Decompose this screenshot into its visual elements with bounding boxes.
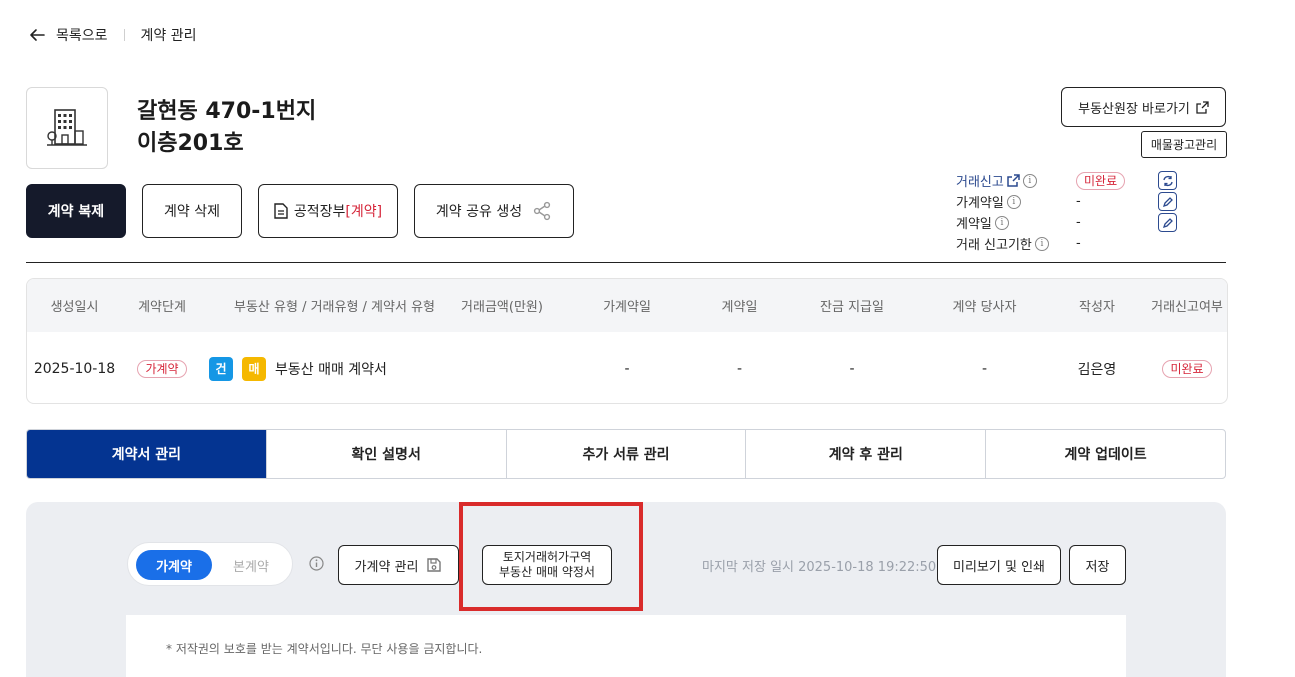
duplicate-contract-button[interactable]: 계약 복제: [26, 184, 126, 238]
building-thumbnail: [26, 87, 108, 169]
report-status-badge: 미완료: [1076, 171, 1126, 190]
arrow-left-icon: [30, 29, 45, 41]
col-party: 계약 당사자: [952, 300, 1017, 315]
contract-tabs: 계약서 관리 확인 설명서 추가 서류 관리 계약 후 관리 계약 업데이트: [26, 429, 1226, 479]
col-stage: 계약단계: [138, 300, 186, 315]
report-badge: 미완료: [1162, 359, 1212, 378]
col-created: 생성일시: [50, 300, 99, 315]
edit-provisional-date-button[interactable]: [1158, 192, 1177, 211]
ledger-link-label: 부동산원장 바로가기: [1078, 101, 1190, 117]
breadcrumb-current: 계약 관리: [140, 28, 197, 44]
pencil-icon: [1162, 196, 1173, 207]
report-row: 거래신고 i 미완료: [956, 170, 1177, 191]
external-link-icon: [1196, 100, 1209, 114]
provisional-date-row: 가계약일 i -: [956, 191, 1177, 212]
col-report: 거래신고여부: [1151, 300, 1223, 315]
delete-contract-button[interactable]: 계약 삭제: [142, 184, 242, 238]
provisional-date-label: 가계약일: [956, 196, 1004, 211]
col-author: 작성자: [1079, 300, 1115, 315]
back-label: 목록으로: [56, 28, 108, 44]
tab-post-contract[interactable]: 계약 후 관리: [746, 430, 987, 478]
col-provisional: 가계약일: [603, 300, 651, 315]
save-icon: [427, 558, 442, 572]
cell-type: 건 매 부동산 매매 계약서: [209, 332, 469, 403]
building-icon: [47, 109, 87, 146]
tab-additional-documents[interactable]: 추가 서류 관리: [507, 430, 747, 478]
preview-print-button[interactable]: 미리보기 및 인쇄: [937, 545, 1061, 585]
provisional-manage-label: 가계약 관리: [354, 559, 419, 575]
stage-badge: 가계약: [137, 359, 187, 378]
info-icon[interactable]: [309, 556, 324, 571]
ledger-link-button[interactable]: 부동산원장 바로가기: [1061, 87, 1226, 127]
info-icon: i: [1006, 194, 1021, 209]
tab-confirmation-statement[interactable]: 확인 설명서: [267, 430, 507, 478]
toggle-provisional[interactable]: 가계약: [136, 550, 212, 580]
public-ledger-label: 공적장부: [293, 204, 346, 220]
document-icon: [274, 203, 288, 219]
col-amount: 거래금액(만원): [461, 300, 543, 315]
copyright-notice: * 저작권의 보호를 받는 계약서입니다. 무단 사용을 금지합니다.: [166, 642, 483, 656]
pencil-icon: [1162, 217, 1173, 228]
info-icon: i: [994, 215, 1009, 230]
listing-ad-button[interactable]: 매물광고관리: [1141, 131, 1227, 158]
building-tag: 건: [209, 356, 233, 381]
cell-created: 2025-10-18: [33, 360, 116, 377]
col-contract: 계약일: [721, 300, 758, 315]
contract-table: 생성일시 계약단계 부동산 유형 / 거래유형 / 계약서 유형 거래금액(만원…: [26, 278, 1228, 404]
public-ledger-suffix: [계약]: [345, 204, 383, 220]
contract-date-value: -: [1076, 215, 1081, 230]
toggle-main[interactable]: 본계약: [216, 550, 286, 580]
info-icon: i: [1022, 173, 1037, 188]
report-deadline-label: 거래 신고기한: [956, 238, 1032, 253]
tab-contract-management[interactable]: 계약서 관리: [27, 430, 267, 478]
table-header: 생성일시 계약단계 부동산 유형 / 거래유형 / 계약서 유형 거래금액(만원…: [27, 279, 1227, 332]
share-icon: [533, 201, 551, 221]
cell-provisional: -: [624, 360, 630, 377]
col-balance: 잔금 지급일: [820, 300, 884, 315]
provisional-date-value: -: [1076, 194, 1081, 209]
highlight-box: [459, 502, 643, 611]
external-link-icon: [1007, 174, 1020, 187]
public-ledger-button[interactable]: 공적장부[계약]: [258, 184, 398, 238]
contract-date-label: 계약일: [956, 217, 992, 232]
report-label: 거래신고: [956, 175, 1004, 190]
cell-party: -: [981, 360, 988, 377]
info-icon: i: [1034, 236, 1049, 251]
address-line-1: 갈현동 470-1번지: [137, 99, 317, 124]
breadcrumb: 목록으로 계약 관리: [28, 22, 197, 48]
report-deadline-row: 거래 신고기한 i -: [956, 233, 1081, 254]
create-share-label: 계약 공유 생성: [435, 204, 523, 220]
contract-mode-toggle[interactable]: 가계약 본계약: [127, 542, 293, 586]
create-share-button[interactable]: 계약 공유 생성: [414, 184, 574, 238]
report-deadline-value: -: [1076, 236, 1081, 251]
back-button[interactable]: 목록으로: [28, 25, 108, 45]
last-saved-timestamp: 마지막 저장 일시 2025-10-18 19:22:50: [702, 560, 937, 575]
refresh-icon: [1162, 175, 1173, 186]
cell-author: 김은영: [1077, 361, 1117, 378]
edit-contract-date-button[interactable]: [1158, 213, 1177, 232]
report-label-link[interactable]: 거래신고 i: [956, 171, 1037, 190]
breadcrumb-separator: [123, 29, 125, 41]
cell-balance: -: [849, 360, 855, 377]
property-address: 갈현동 470-1번지 이층201호: [137, 96, 316, 160]
save-button[interactable]: 저장: [1069, 545, 1126, 585]
sale-tag: 매: [242, 356, 266, 381]
cell-amount: [442, 332, 562, 403]
address-line-2: 이층201호: [137, 131, 244, 156]
section-divider: [26, 262, 1226, 263]
provisional-manage-button[interactable]: 가계약 관리: [338, 545, 459, 585]
tab-contract-update[interactable]: 계약 업데이트: [986, 430, 1225, 478]
cell-contract: -: [736, 360, 743, 377]
table-row[interactable]: 2025-10-18 가계약 건 매 부동산 매매 계약서 - - - - 김은…: [27, 332, 1227, 403]
contract-date-row: 계약일 i -: [956, 212, 1177, 233]
col-type: 부동산 유형 / 거래유형 / 계약서 유형: [234, 300, 435, 315]
doc-type: 부동산 매매 계약서: [275, 361, 387, 378]
refresh-button[interactable]: [1158, 171, 1177, 190]
